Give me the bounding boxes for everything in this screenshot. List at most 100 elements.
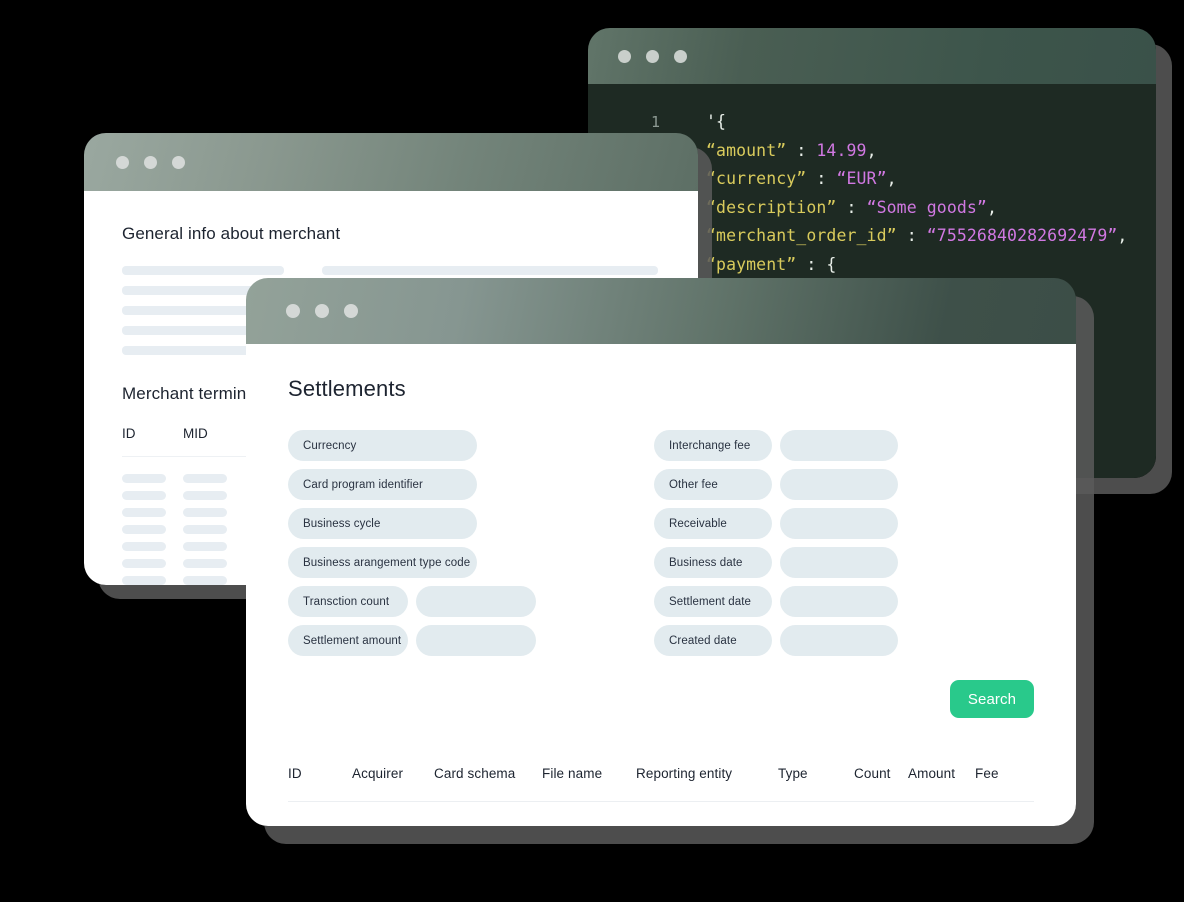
maximize-dot-icon[interactable] — [172, 155, 185, 169]
table-cell — [122, 542, 183, 551]
table-cell — [183, 474, 244, 483]
skeleton-bar — [122, 266, 284, 275]
search-button[interactable]: Search — [950, 680, 1034, 718]
filter-field-input[interactable] — [780, 430, 898, 461]
filter-field-row: Currecncy — [288, 430, 536, 461]
skeleton-bar — [122, 508, 166, 517]
filter-field-input[interactable] — [780, 625, 898, 656]
page-title: Settlements — [288, 376, 406, 401]
table-cell — [122, 576, 183, 585]
filter-field-label[interactable]: Business cycle — [288, 508, 477, 539]
code-token-punct: , — [866, 140, 877, 160]
results-column-header[interactable]: Count — [854, 766, 908, 781]
settlements-window: Settlements Currecncy Card program identi… — [246, 278, 1076, 826]
filter-field-input[interactable] — [780, 469, 898, 500]
filter-field-input[interactable] — [416, 625, 536, 656]
skeleton-bar — [183, 542, 227, 551]
results-column-header[interactable]: ID — [288, 766, 352, 781]
table-cell — [122, 559, 183, 568]
filter-field-input[interactable] — [780, 586, 898, 617]
filter-field-label[interactable]: Currecncy — [288, 430, 477, 461]
code-line-number: 1 — [650, 113, 660, 131]
settlements-window-titlebar[interactable] — [246, 278, 1076, 344]
terminals-column-header: MID — [183, 426, 208, 441]
filter-field-label[interactable]: Other fee — [654, 469, 772, 500]
close-dot-icon[interactable] — [286, 304, 300, 318]
code-token-key: “currency” — [706, 169, 807, 189]
window-controls — [286, 304, 358, 318]
skeleton-bar — [183, 559, 227, 568]
filter-field-label[interactable]: Card program identifier — [288, 469, 477, 500]
close-dot-icon[interactable] — [618, 49, 631, 63]
minimize-dot-icon[interactable] — [646, 49, 659, 63]
filter-field-label[interactable]: Interchange fee — [654, 430, 772, 461]
window-controls — [116, 155, 185, 169]
code-window-titlebar[interactable] — [588, 28, 1156, 84]
filter-field-label[interactable]: Settlement amount — [288, 625, 408, 656]
merchant-window-titlebar[interactable] — [84, 133, 698, 191]
filter-field-row: Settlement amount — [288, 625, 536, 656]
table-cell — [122, 525, 183, 534]
skeleton-bar — [183, 474, 227, 483]
code-token-punct: : { — [796, 254, 837, 274]
code-token-key: “merchant_order_id” — [706, 226, 897, 246]
table-cell — [183, 559, 244, 568]
skeleton-bar — [183, 576, 227, 585]
filter-field-row: Business date — [654, 547, 898, 578]
skeleton-bar — [122, 576, 166, 585]
filter-field-label[interactable]: Business date — [654, 547, 772, 578]
code-token-key: “description” — [706, 197, 837, 217]
filter-field-row: Settlement date — [654, 586, 898, 617]
skeleton-bar — [122, 542, 166, 551]
filter-field-row: Interchange fee — [654, 430, 898, 461]
skeleton-bar — [122, 491, 166, 500]
code-token-punct: , — [986, 197, 998, 217]
minimize-dot-icon[interactable] — [144, 155, 157, 169]
table-cell — [183, 542, 244, 551]
results-column-header[interactable]: File name — [542, 766, 636, 781]
filter-field-label[interactable]: Business arangement type code — [288, 547, 477, 578]
skeleton-bar — [183, 508, 227, 517]
results-column-header[interactable]: Reporting entity — [636, 766, 778, 781]
table-cell — [122, 491, 183, 500]
code-line-text: “merchant_order_id” : “75526840282692479… — [660, 226, 1127, 245]
results-column-header[interactable]: Acquirer — [352, 766, 434, 781]
filter-field-label[interactable]: Transction count — [288, 586, 408, 617]
results-column-header[interactable]: Amount — [908, 766, 975, 781]
results-header-divider — [288, 801, 1034, 802]
filter-field-row: Business cycle — [288, 508, 536, 539]
filter-field-input[interactable] — [780, 508, 898, 539]
code-line-text: '{ — [660, 112, 726, 131]
skeleton-bar — [183, 525, 227, 534]
filter-field-row: Transction count — [288, 586, 536, 617]
skeleton-bar — [183, 491, 227, 500]
code-token-key: “payment” — [706, 254, 797, 274]
filter-column-right: Interchange fee Other fee Receivable Busine… — [654, 430, 898, 656]
settlements-filter-form: Currecncy Card program identifier Business… — [288, 402, 1034, 656]
filter-field-label[interactable]: Receivable — [654, 508, 772, 539]
code-token-key: “amount” — [706, 140, 787, 160]
code-token-punct: , — [1117, 226, 1128, 246]
code-token-val: “EUR” — [836, 169, 887, 189]
results-column-header[interactable]: Fee — [975, 766, 1019, 781]
close-dot-icon[interactable] — [116, 155, 129, 169]
filter-field-row: Other fee — [654, 469, 898, 500]
filter-field-label[interactable]: Settlement date — [654, 586, 772, 617]
settlements-results-table: ID Acquirer Card schema File name Reporting … — [288, 718, 1034, 802]
code-token-punct: : — [806, 169, 837, 189]
maximize-dot-icon[interactable] — [674, 49, 687, 63]
code-token-num: 14.99 — [816, 140, 867, 160]
code-token-punct: : — [896, 226, 927, 246]
results-column-header[interactable]: Type — [778, 766, 854, 781]
filter-field-label[interactable]: Created date — [654, 625, 772, 656]
filter-field-input[interactable] — [780, 547, 898, 578]
table-cell — [183, 508, 244, 517]
table-cell — [183, 491, 244, 500]
code-token-punct: , — [886, 169, 897, 189]
filter-field-input[interactable] — [416, 586, 536, 617]
results-column-header[interactable]: Card schema — [434, 766, 542, 781]
minimize-dot-icon[interactable] — [315, 304, 329, 318]
filter-field-row: Card program identifier — [288, 469, 536, 500]
skeleton-bar — [122, 474, 166, 483]
maximize-dot-icon[interactable] — [344, 304, 358, 318]
